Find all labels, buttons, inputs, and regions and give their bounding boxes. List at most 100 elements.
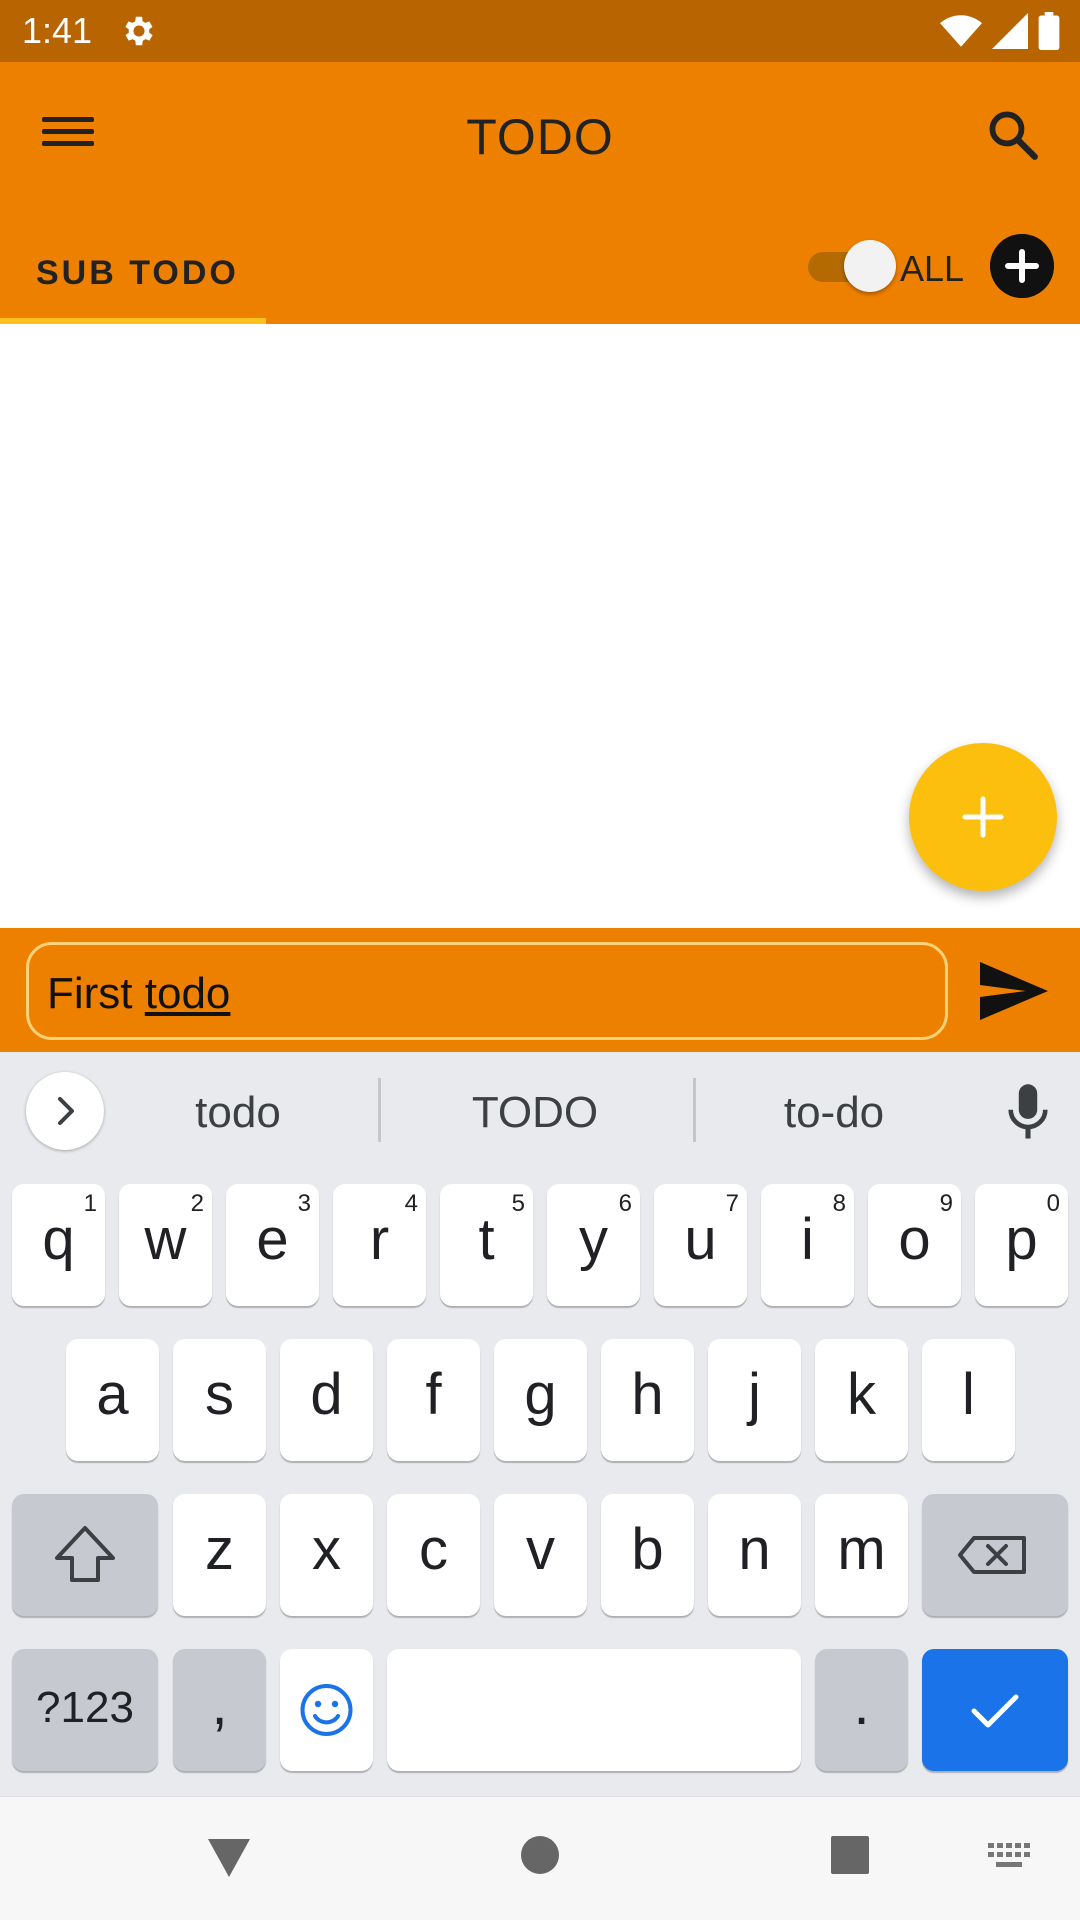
key-i[interactable]: i8 [761, 1184, 854, 1306]
space-key[interactable] [387, 1649, 801, 1771]
key-hint: 0 [1046, 1190, 1060, 1217]
input-text: First todo [47, 969, 230, 1019]
suggestion-1[interactable]: todo [88, 1088, 388, 1138]
key-a[interactable]: a [66, 1339, 159, 1461]
key-char: , [211, 1672, 228, 1737]
key-s[interactable]: s [173, 1339, 266, 1461]
all-toggle[interactable] [806, 240, 896, 292]
emoji-icon [300, 1684, 353, 1736]
backspace-icon [958, 1536, 1026, 1574]
key-char: m [837, 1517, 886, 1582]
key-y[interactable]: y6 [547, 1184, 640, 1306]
suggestion-3[interactable]: to-do [684, 1088, 984, 1138]
key-char: k [847, 1362, 876, 1427]
add-todo-fab[interactable] [909, 743, 1057, 891]
navigation-bar [0, 1796, 1080, 1920]
key-j[interactable]: j [708, 1339, 801, 1461]
key-char: c [419, 1517, 448, 1582]
wifi-icon [940, 15, 982, 47]
page-title: TODO [466, 109, 614, 165]
key-x[interactable]: x [280, 1494, 373, 1616]
key-l[interactable]: l [922, 1339, 1015, 1461]
suggestion-2[interactable]: TODO [385, 1088, 685, 1138]
key-period[interactable]: . [815, 1649, 908, 1771]
key-char: s [205, 1362, 234, 1427]
key-k[interactable]: k [815, 1339, 908, 1461]
input-text-plain: First [47, 969, 145, 1018]
key-m[interactable]: m [815, 1494, 908, 1616]
key-e[interactable]: e3 [226, 1184, 319, 1306]
input-text-composing: todo [144, 969, 231, 1018]
recents-square-icon[interactable] [830, 1835, 870, 1875]
check-icon [971, 1694, 1019, 1728]
key-char: . [853, 1672, 870, 1737]
key-v[interactable]: v [494, 1494, 587, 1616]
key-char: a [96, 1362, 129, 1427]
key-hint: 2 [190, 1190, 204, 1217]
todo-input[interactable]: First todo [26, 942, 948, 1040]
key-q[interactable]: q1 [12, 1184, 105, 1306]
battery-icon [1038, 12, 1060, 50]
key-char: g [524, 1362, 557, 1427]
key-hint: 3 [297, 1190, 311, 1217]
key-hint: 6 [618, 1190, 632, 1217]
key-hint: 8 [832, 1190, 846, 1217]
key-char: h [631, 1362, 664, 1427]
system-icons [940, 12, 1060, 50]
emoji-key[interactable] [280, 1649, 373, 1771]
key-char: f [425, 1362, 442, 1427]
key-hint: 1 [83, 1190, 97, 1217]
suggestion-divider [378, 1078, 381, 1142]
add-subtodo-button[interactable] [990, 234, 1054, 298]
key-comma[interactable]: , [173, 1649, 266, 1771]
key-w[interactable]: w2 [119, 1184, 212, 1306]
tab-label: SUB TODO [36, 254, 239, 292]
tab-sub-todo[interactable]: SUB TODO [0, 240, 266, 324]
shift-key[interactable] [12, 1494, 158, 1616]
gear-icon [125, 16, 153, 46]
key-u[interactable]: u7 [654, 1184, 747, 1306]
key-char: n [738, 1517, 771, 1582]
plus-icon [962, 796, 1004, 838]
keyboard: todo TODO to-do q1 w2 e3 r4 t5 y6 u7 i8 … [0, 1052, 1080, 1796]
key-char: ?123 [36, 1683, 134, 1732]
key-p[interactable]: p0 [975, 1184, 1068, 1306]
key-g[interactable]: g [494, 1339, 587, 1461]
key-char: l [962, 1362, 975, 1427]
search-icon[interactable] [984, 106, 1042, 164]
home-circle-icon[interactable] [520, 1835, 560, 1875]
key-o[interactable]: o9 [868, 1184, 961, 1306]
todo-input-bar: First todo [0, 928, 1080, 1052]
key-char: x [312, 1517, 341, 1582]
signal-icon [992, 13, 1028, 49]
keyboard-switch-icon[interactable] [988, 1843, 1030, 1871]
key-n[interactable]: n [708, 1494, 801, 1616]
status-bar: 1:41 [0, 0, 1080, 62]
toggle-thumb [844, 240, 896, 292]
key-d[interactable]: d [280, 1339, 373, 1461]
backspace-key[interactable] [922, 1494, 1068, 1616]
key-h[interactable]: h [601, 1339, 694, 1461]
send-icon[interactable] [976, 958, 1052, 1024]
key-hint: 9 [939, 1190, 953, 1217]
key-r[interactable]: r4 [333, 1184, 426, 1306]
key-f[interactable]: f [387, 1339, 480, 1461]
key-char: z [205, 1517, 234, 1582]
done-key[interactable] [922, 1649, 1068, 1771]
key-char: d [310, 1362, 343, 1427]
key-t[interactable]: t5 [440, 1184, 533, 1306]
key-char: j [748, 1362, 761, 1427]
key-hint: 7 [725, 1190, 739, 1217]
toggle-label: ALL [900, 248, 965, 289]
status-time: 1:41 [22, 10, 93, 51]
key-b[interactable]: b [601, 1494, 694, 1616]
back-triangle-icon[interactable] [206, 1837, 252, 1879]
key-c[interactable]: c [387, 1494, 480, 1616]
key-hint: 5 [511, 1190, 525, 1217]
key-z[interactable]: z [173, 1494, 266, 1616]
shift-icon [55, 1526, 115, 1582]
symbols-key[interactable]: ?123 [12, 1649, 158, 1771]
mic-icon[interactable] [1000, 1082, 1056, 1142]
key-char: b [631, 1517, 664, 1582]
key-char: v [526, 1517, 555, 1582]
